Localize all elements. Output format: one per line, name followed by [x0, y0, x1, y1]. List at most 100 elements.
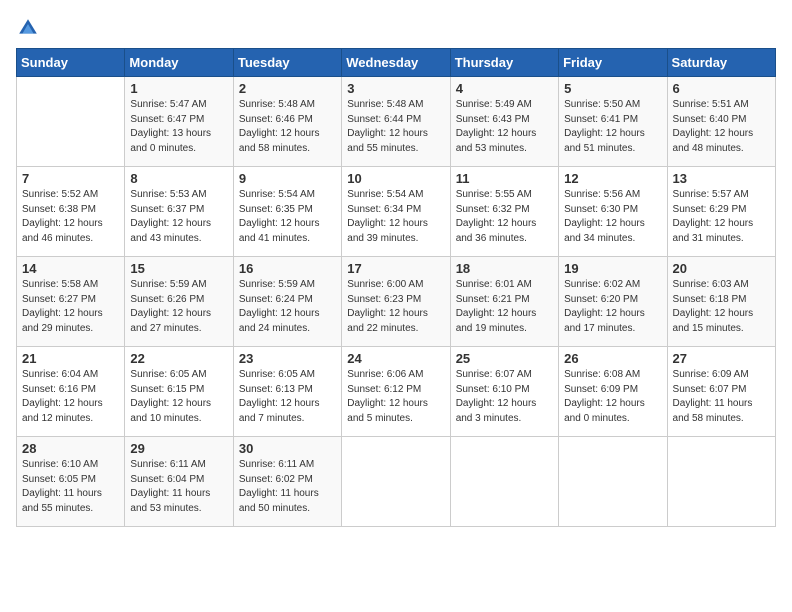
day-info: Sunrise: 5:49 AMSunset: 6:43 PMDaylight:…	[456, 98, 553, 156]
day-info: Sunrise: 6:07 AMSunset: 6:10 PMDaylight:…	[456, 368, 553, 426]
day-info: Sunrise: 6:08 AMSunset: 6:09 PMDaylight:…	[564, 368, 661, 426]
day-number: 2	[239, 81, 336, 96]
calendar-cell: 10 Sunrise: 5:54 AMSunset: 6:34 PMDayligh…	[342, 167, 450, 257]
day-number: 13	[673, 171, 770, 186]
day-info: Sunrise: 5:47 AMSunset: 6:47 PMDaylight:…	[130, 98, 227, 156]
day-info: Sunrise: 5:50 AMSunset: 6:41 PMDaylight:…	[564, 98, 661, 156]
day-info: Sunrise: 5:57 AMSunset: 6:29 PMDaylight:…	[673, 188, 770, 246]
calendar-cell: 1 Sunrise: 5:47 AMSunset: 6:47 PMDaylight…	[125, 77, 233, 167]
calendar-cell: 3 Sunrise: 5:48 AMSunset: 6:44 PMDaylight…	[342, 77, 450, 167]
day-number: 9	[239, 171, 336, 186]
day-info: Sunrise: 6:09 AMSunset: 6:07 PMDaylight:…	[673, 368, 770, 426]
day-info: Sunrise: 5:54 AMSunset: 6:35 PMDaylight:…	[239, 188, 336, 246]
calendar-cell: 18 Sunrise: 6:01 AMSunset: 6:21 PMDayligh…	[450, 257, 558, 347]
calendar-cell: 29Sunrise: 6:11 AMSunset: 6:04 PMDayligh…	[125, 437, 233, 527]
day-info: Sunrise: 6:02 AMSunset: 6:20 PMDaylight:…	[564, 278, 661, 336]
logo-icon	[16, 16, 40, 40]
calendar-cell: 20 Sunrise: 6:03 AMSunset: 6:18 PMDayligh…	[667, 257, 775, 347]
weekday-header-thursday: Thursday	[450, 49, 558, 77]
day-number: 12	[564, 171, 661, 186]
day-number: 30	[239, 441, 336, 456]
day-info: Sunrise: 6:00 AMSunset: 6:23 PMDaylight:…	[347, 278, 444, 336]
day-info: Sunrise: 6:05 AMSunset: 6:13 PMDaylight:…	[239, 368, 336, 426]
weekday-header-row: SundayMondayTuesdayWednesdayThursdayFrid…	[17, 49, 776, 77]
day-info: Sunrise: 5:56 AMSunset: 6:30 PMDaylight:…	[564, 188, 661, 246]
calendar-week-1: 7 Sunrise: 5:52 AMSunset: 6:38 PMDaylight…	[17, 167, 776, 257]
day-number: 27	[673, 351, 770, 366]
day-info: Sunrise: 6:05 AMSunset: 6:15 PMDaylight:…	[130, 368, 227, 426]
day-number: 14	[22, 261, 119, 276]
weekday-header-monday: Monday	[125, 49, 233, 77]
calendar-cell: 7 Sunrise: 5:52 AMSunset: 6:38 PMDaylight…	[17, 167, 125, 257]
day-number: 16	[239, 261, 336, 276]
day-info: Sunrise: 5:59 AMSunset: 6:26 PMDaylight:…	[130, 278, 227, 336]
calendar-cell: 8 Sunrise: 5:53 AMSunset: 6:37 PMDaylight…	[125, 167, 233, 257]
day-info: Sunrise: 5:54 AMSunset: 6:34 PMDaylight:…	[347, 188, 444, 246]
day-info: Sunrise: 5:48 AMSunset: 6:46 PMDaylight:…	[239, 98, 336, 156]
weekday-header-tuesday: Tuesday	[233, 49, 341, 77]
calendar-cell: 21 Sunrise: 6:04 AMSunset: 6:16 PMDayligh…	[17, 347, 125, 437]
day-number: 21	[22, 351, 119, 366]
calendar-cell	[667, 437, 775, 527]
weekday-header-saturday: Saturday	[667, 49, 775, 77]
calendar-cell	[342, 437, 450, 527]
day-number: 17	[347, 261, 444, 276]
day-number: 11	[456, 171, 553, 186]
calendar-cell: 19 Sunrise: 6:02 AMSunset: 6:20 PMDayligh…	[559, 257, 667, 347]
day-number: 10	[347, 171, 444, 186]
day-number: 15	[130, 261, 227, 276]
day-info: Sunrise: 6:04 AMSunset: 6:16 PMDaylight:…	[22, 368, 119, 426]
day-number: 19	[564, 261, 661, 276]
calendar-cell: 24 Sunrise: 6:06 AMSunset: 6:12 PMDayligh…	[342, 347, 450, 437]
calendar-cell: 16 Sunrise: 5:59 AMSunset: 6:24 PMDayligh…	[233, 257, 341, 347]
day-info: Sunrise: 5:48 AMSunset: 6:44 PMDaylight:…	[347, 98, 444, 156]
weekday-header-sunday: Sunday	[17, 49, 125, 77]
day-number: 23	[239, 351, 336, 366]
calendar-cell: 23 Sunrise: 6:05 AMSunset: 6:13 PMDayligh…	[233, 347, 341, 437]
calendar-week-0: 1 Sunrise: 5:47 AMSunset: 6:47 PMDaylight…	[17, 77, 776, 167]
calendar-cell	[450, 437, 558, 527]
calendar-week-2: 14 Sunrise: 5:58 AMSunset: 6:27 PMDayligh…	[17, 257, 776, 347]
day-info: Sunrise: 6:06 AMSunset: 6:12 PMDaylight:…	[347, 368, 444, 426]
calendar-cell: 4 Sunrise: 5:49 AMSunset: 6:43 PMDaylight…	[450, 77, 558, 167]
calendar-cell: 14 Sunrise: 5:58 AMSunset: 6:27 PMDayligh…	[17, 257, 125, 347]
day-number: 26	[564, 351, 661, 366]
calendar-cell: 15 Sunrise: 5:59 AMSunset: 6:26 PMDayligh…	[125, 257, 233, 347]
calendar-cell: 22 Sunrise: 6:05 AMSunset: 6:15 PMDayligh…	[125, 347, 233, 437]
day-number: 6	[673, 81, 770, 96]
calendar-cell: 9 Sunrise: 5:54 AMSunset: 6:35 PMDaylight…	[233, 167, 341, 257]
calendar-cell	[559, 437, 667, 527]
calendar-cell: 27 Sunrise: 6:09 AMSunset: 6:07 PMDayligh…	[667, 347, 775, 437]
calendar-cell	[17, 77, 125, 167]
day-number: 8	[130, 171, 227, 186]
day-number: 20	[673, 261, 770, 276]
day-number: 4	[456, 81, 553, 96]
calendar-cell: 30 Sunrise: 6:11 AMSunset: 6:02 PMDayligh…	[233, 437, 341, 527]
weekday-header-wednesday: Wednesday	[342, 49, 450, 77]
day-number: 28	[22, 441, 119, 456]
day-info: Sunrise: 6:03 AMSunset: 6:18 PMDaylight:…	[673, 278, 770, 336]
day-number: 7	[22, 171, 119, 186]
weekday-header-friday: Friday	[559, 49, 667, 77]
day-info: Sunrise: 6:10 AMSunset: 6:05 PMDaylight:…	[22, 458, 119, 516]
calendar-cell: 13 Sunrise: 5:57 AMSunset: 6:29 PMDayligh…	[667, 167, 775, 257]
day-info: Sunrise: 6:11 AMSunset: 6:02 PMDaylight:…	[239, 458, 336, 516]
day-number: 29	[130, 441, 227, 456]
day-number: 3	[347, 81, 444, 96]
calendar-cell: 2 Sunrise: 5:48 AMSunset: 6:46 PMDaylight…	[233, 77, 341, 167]
day-number: 5	[564, 81, 661, 96]
day-number: 18	[456, 261, 553, 276]
day-info: Sunrise: 5:52 AMSunset: 6:38 PMDaylight:…	[22, 188, 119, 246]
calendar-cell: 6 Sunrise: 5:51 AMSunset: 6:40 PMDaylight…	[667, 77, 775, 167]
day-number: 22	[130, 351, 227, 366]
day-number: 1	[130, 81, 227, 96]
calendar-week-3: 21 Sunrise: 6:04 AMSunset: 6:16 PMDayligh…	[17, 347, 776, 437]
day-number: 24	[347, 351, 444, 366]
day-info: Sunrise: 5:51 AMSunset: 6:40 PMDaylight:…	[673, 98, 770, 156]
day-info: Sunrise: 5:53 AMSunset: 6:37 PMDaylight:…	[130, 188, 227, 246]
day-info: Sunrise: 6:01 AMSunset: 6:21 PMDaylight:…	[456, 278, 553, 336]
calendar-week-4: 28 Sunrise: 6:10 AMSunset: 6:05 PMDayligh…	[17, 437, 776, 527]
day-info: Sunrise: 5:59 AMSunset: 6:24 PMDaylight:…	[239, 278, 336, 336]
calendar-cell: 17 Sunrise: 6:00 AMSunset: 6:23 PMDayligh…	[342, 257, 450, 347]
day-info: Sunrise: 5:58 AMSunset: 6:27 PMDaylight:…	[22, 278, 119, 336]
